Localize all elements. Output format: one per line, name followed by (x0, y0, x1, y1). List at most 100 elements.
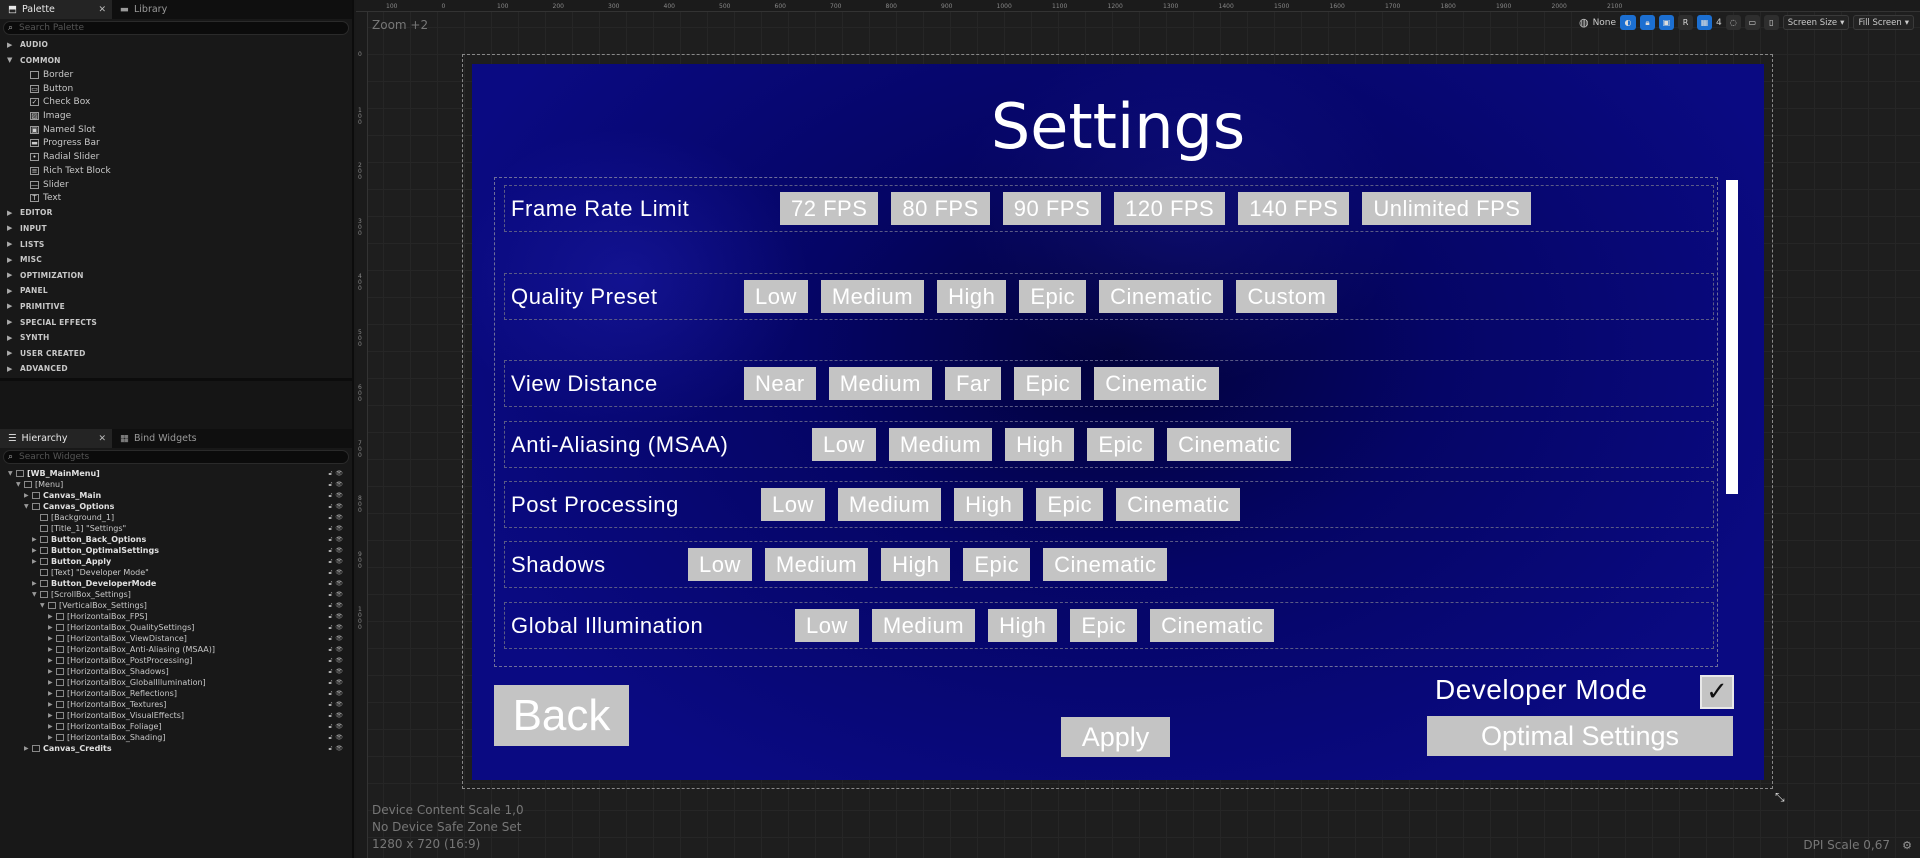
layout-icon[interactable]: ▣ (1659, 15, 1675, 30)
option-button-140-fps[interactable]: 140 FPS (1238, 192, 1350, 225)
option-button-epic[interactable]: Epic (1070, 609, 1138, 642)
hierarchy-row[interactable]: [Background_1] 🔓︎👁︎ (0, 512, 352, 523)
hierarchy-row[interactable]: ▶ [HorizontalBox_Reflections] 🔓︎👁︎ (0, 688, 352, 699)
hierarchy-row[interactable]: ▼ [WB_MainMenu] 🔓︎👁︎ (0, 468, 352, 479)
designer-viewport[interactable]: 100 0 100 200 300 400 500 600 700 800 900 1000 1100 1… (356, 0, 1920, 858)
option-button-custom[interactable]: Custom (1236, 280, 1338, 313)
fill-screen-dropdown[interactable]: Fill Screen ▾ (1853, 15, 1914, 30)
chevron-right-icon[interactable]: ▶ (48, 657, 56, 664)
chevron-down-icon[interactable]: ▼ (32, 591, 40, 598)
option-button-cinematic[interactable]: Cinematic (1150, 609, 1275, 642)
lock-visibility-icon[interactable]: 🔓︎👁︎ (328, 481, 346, 489)
chevron-right-icon[interactable]: ▶ (24, 745, 32, 752)
chevron-right-icon[interactable]: ▶ (48, 679, 56, 686)
palette-item-radial-slider[interactable]: • Radial Slider (0, 150, 352, 164)
hierarchy-search-input[interactable]: Search Widgets (19, 452, 89, 462)
option-button-72-fps[interactable]: 72 FPS (780, 192, 879, 225)
resize-handle-icon[interactable]: ⤡ (1775, 790, 1785, 805)
toggle-icon[interactable]: ◐ (1620, 15, 1637, 30)
lock-visibility-icon[interactable]: 🔓︎👁︎ (328, 690, 346, 698)
chevron-right-icon[interactable]: ▶ (48, 712, 56, 719)
palette-item-rich-text-block[interactable]: ≡ Rich Text Block (0, 164, 352, 178)
tab-palette[interactable]: ⬒ Palette ✕ (0, 0, 112, 19)
scrollbar-thumb[interactable] (1726, 180, 1738, 494)
tab-bind-widgets[interactable]: ▦ Bind Widgets (112, 429, 224, 448)
hierarchy-row[interactable]: ▶ [HorizontalBox_FPS] 🔓︎👁︎ (0, 611, 352, 622)
globe-icon[interactable]: ◍ (1579, 16, 1589, 29)
chevron-right-icon[interactable]: ▶ (48, 624, 56, 631)
hierarchy-row[interactable]: ▶ Button_Back_Options 🔓︎👁︎ (0, 534, 352, 545)
lock-visibility-icon[interactable]: 🔓︎👁︎ (328, 624, 346, 632)
hierarchy-row[interactable]: ▶ [HorizontalBox_GlobalIllumination] 🔓︎👁︎ (0, 677, 352, 688)
option-button-medium[interactable]: Medium (828, 367, 932, 400)
option-button-cinematic[interactable]: Cinematic (1099, 280, 1224, 313)
lock-visibility-icon[interactable]: 🔓︎👁︎ (328, 536, 346, 544)
developer-mode-checkbox[interactable]: ✓ (1700, 675, 1734, 709)
palette-item-image[interactable]: ▨ Image (0, 109, 352, 123)
hierarchy-row[interactable]: ▶ Button_Apply 🔓︎👁︎ (0, 556, 352, 567)
option-button-low[interactable]: Low (761, 488, 825, 521)
palette-item-progress-bar[interactable]: ▬ Progress Bar (0, 137, 352, 151)
hierarchy-row[interactable]: ▶ [HorizontalBox_Textures] 🔓︎👁︎ (0, 699, 352, 710)
chevron-down-icon[interactable]: ▼ (24, 503, 32, 510)
hierarchy-row[interactable]: ▶ [HorizontalBox_Shading] 🔓︎👁︎ (0, 732, 352, 743)
palette-category-synth[interactable]: ▶ SYNTH (0, 330, 352, 346)
palette-category-input[interactable]: ▶ INPUT (0, 221, 352, 237)
chevron-right-icon[interactable]: ▶ (48, 646, 56, 653)
option-button-unlimited-fps[interactable]: Unlimited FPS (1362, 192, 1532, 225)
option-button-low[interactable]: Low (812, 428, 876, 461)
palette-item-slider[interactable]: — Slider (0, 178, 352, 192)
palette-category-lists[interactable]: ▶ LISTS (0, 236, 352, 252)
option-button-high[interactable]: High (881, 548, 951, 581)
palette-category-optimization[interactable]: ▶ OPTIMIZATION (0, 267, 352, 283)
option-button-low[interactable]: Low (744, 280, 808, 313)
chevron-right-icon[interactable]: ▶ (32, 580, 40, 587)
hierarchy-row[interactable]: ▶ [HorizontalBox_Shadows] 🔓︎👁︎ (0, 666, 352, 677)
palette-item-check-box[interactable]: ✓ Check Box (0, 96, 352, 110)
outline-icon[interactable]: ◌ (1725, 15, 1741, 30)
chevron-right-icon[interactable]: ▶ (48, 723, 56, 730)
lock-visibility-icon[interactable]: 🔓︎👁︎ (328, 734, 346, 742)
lock-visibility-icon[interactable]: 🔓︎👁︎ (328, 525, 346, 533)
palette-category-user-created[interactable]: ▶ USER CREATED (0, 345, 352, 361)
option-button-cinematic[interactable]: Cinematic (1043, 548, 1168, 581)
option-button-epic[interactable]: Epic (1036, 488, 1104, 521)
chevron-right-icon[interactable]: ▶ (48, 734, 56, 741)
hierarchy-row[interactable]: ▶ [HorizontalBox_Anti-Aliasing (MSAA)] 🔓︎👁… (0, 644, 352, 655)
lock-visibility-icon[interactable]: 🔓︎👁︎ (328, 569, 346, 577)
lock-visibility-icon[interactable]: 🔓︎👁︎ (328, 635, 346, 643)
option-button-far[interactable]: Far (944, 367, 1002, 400)
close-icon[interactable]: ✕ (98, 434, 106, 444)
lock-visibility-icon[interactable]: 🔓︎👁︎ (328, 503, 346, 511)
lock-visibility-icon[interactable]: 🔓︎👁︎ (328, 679, 346, 687)
palette-category-special-effects[interactable]: ▶ SPECIAL EFFECTS (0, 314, 352, 330)
lock-visibility-icon[interactable]: 🔓︎👁︎ (328, 580, 346, 588)
lock-visibility-icon[interactable]: 🔓︎👁︎ (328, 712, 346, 720)
lock-visibility-icon[interactable]: 🔓︎👁︎ (328, 602, 346, 610)
option-button-120-fps[interactable]: 120 FPS (1114, 192, 1226, 225)
hierarchy-row[interactable]: ▶ [HorizontalBox_QualitySettings] 🔓︎👁︎ (0, 622, 352, 633)
localization-label[interactable]: None (1593, 18, 1616, 28)
lock-visibility-icon[interactable]: 🔓︎👁︎ (328, 492, 346, 500)
palette-item-text[interactable]: T Text (0, 191, 352, 205)
palette-category-misc[interactable]: ▶ MISC (0, 252, 352, 268)
option-button-high[interactable]: High (937, 280, 1007, 313)
hierarchy-row[interactable]: ▶ [HorizontalBox_Foliage] 🔓︎👁︎ (0, 721, 352, 732)
lock-visibility-icon[interactable]: 🔓︎👁︎ (328, 668, 346, 676)
option-button-cinematic[interactable]: Cinematic (1116, 488, 1241, 521)
option-button-high[interactable]: High (954, 488, 1024, 521)
settings-scrollbox[interactable]: Frame Rate Limit 72 FPS 80 FPS 90 FPS 120 FP… (494, 177, 1718, 667)
hierarchy-row[interactable]: ▶ Button_DeveloperMode 🔓︎👁︎ (0, 578, 352, 589)
option-button-90-fps[interactable]: 90 FPS (1002, 192, 1102, 225)
palette-item-named-slot[interactable]: ▣ Named Slot (0, 123, 352, 137)
palette-search-input[interactable]: Search Palette (19, 23, 84, 33)
option-button-medium[interactable]: Medium (820, 280, 925, 313)
option-button-80-fps[interactable]: 80 FPS (891, 192, 990, 225)
chevron-right-icon[interactable]: ▶ (48, 690, 56, 697)
option-button-cinematic[interactable]: Cinematic (1167, 428, 1292, 461)
hierarchy-row[interactable]: ▼ [Menu] 🔓︎👁︎ (0, 479, 352, 490)
hierarchy-search[interactable]: ⌕ Search Widgets (3, 450, 349, 464)
option-button-high[interactable]: High (988, 609, 1058, 642)
option-button-epic[interactable]: Epic (963, 548, 1031, 581)
option-button-medium[interactable]: Medium (837, 488, 942, 521)
